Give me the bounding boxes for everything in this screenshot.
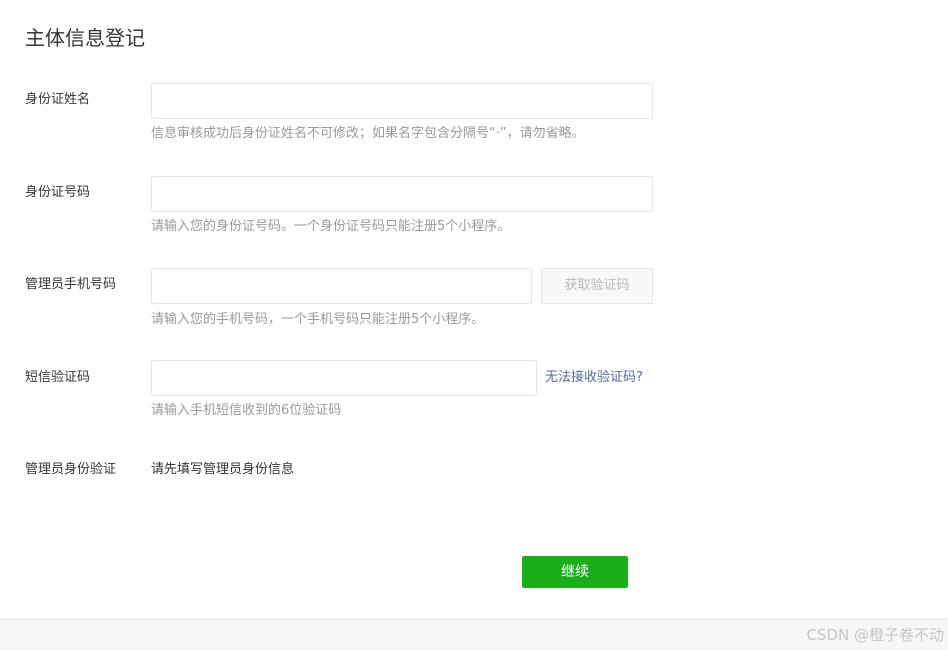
get-code-button[interactable]: 获取验证码 — [541, 268, 653, 304]
id-number-hint: 请输入您的身份证号码。一个身份证号码只能注册5个小程序。 — [151, 219, 511, 234]
admin-phone-label: 管理员手机号码 — [25, 277, 117, 292]
admin-phone-hint: 请输入您的手机号码，一个手机号码只能注册5个小程序。 — [151, 312, 485, 327]
sms-code-hint: 请输入手机短信收到的6位验证码 — [151, 403, 342, 418]
id-name-hint: 信息审核成功后身份证姓名不可修改；如果名字包含分隔号“·”，请勿省略。 — [151, 126, 585, 141]
admin-verify-text: 请先填写管理员身份信息 — [151, 462, 295, 477]
id-name-label: 身份证姓名 — [25, 92, 91, 107]
registration-page: 主体信息登记 身份证姓名 信息审核成功后身份证姓名不可修改；如果名字包含分隔号“… — [0, 0, 948, 619]
admin-verify-label: 管理员身份验证 — [25, 462, 117, 477]
page-title: 主体信息登记 — [25, 26, 145, 50]
id-number-input[interactable] — [151, 176, 653, 212]
sms-code-input[interactable] — [151, 360, 537, 396]
continue-button[interactable]: 继续 — [522, 556, 628, 588]
id-number-label: 身份证号码 — [25, 185, 91, 200]
cannot-receive-code-link[interactable]: 无法接收验证码? — [545, 369, 643, 387]
admin-phone-input[interactable] — [151, 268, 532, 304]
sms-code-label: 短信验证码 — [25, 370, 91, 385]
watermark: CSDN @橙子卷不动 — [806, 626, 944, 644]
id-name-input[interactable] — [151, 83, 653, 119]
